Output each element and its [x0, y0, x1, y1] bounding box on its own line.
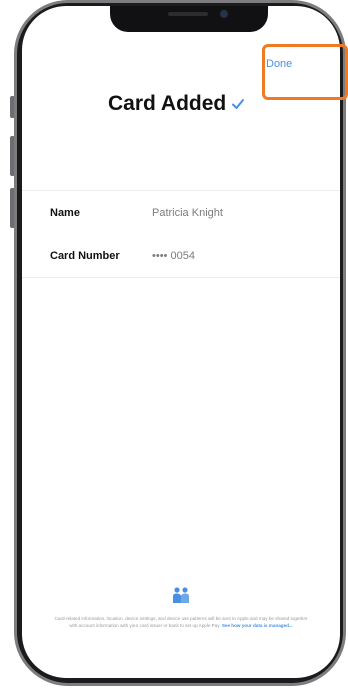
phone-screen: Card Added Name Patricia Knight Card Num… — [22, 6, 340, 678]
checkmark-icon — [231, 97, 245, 111]
screenshot: Card Added Name Patricia Knight Card Num… — [0, 0, 348, 689]
card-number-row: Card Number •••• 0054 — [22, 234, 340, 277]
name-label: Name — [50, 206, 80, 219]
privacy-handshake-icon — [170, 586, 192, 604]
data-management-link[interactable]: See how your data is managed... — [222, 623, 293, 628]
page-title: Card Added — [108, 92, 227, 115]
notch — [110, 6, 268, 32]
name-row: Name Patricia Knight — [22, 191, 340, 234]
card-details: Name Patricia Knight Card Number •••• 00… — [22, 190, 340, 278]
name-value: Patricia Knight — [152, 206, 223, 219]
card-number-value: •••• 0054 — [152, 249, 195, 262]
privacy-footer: Card-related information, location, devi… — [22, 586, 340, 629]
card-number-label: Card Number — [50, 249, 120, 262]
front-camera — [220, 10, 228, 18]
title-row: Card Added — [108, 92, 245, 116]
privacy-text: Card-related information, location, devi… — [52, 615, 310, 629]
done-highlight-box — [262, 44, 348, 100]
speaker-grille — [168, 12, 208, 16]
